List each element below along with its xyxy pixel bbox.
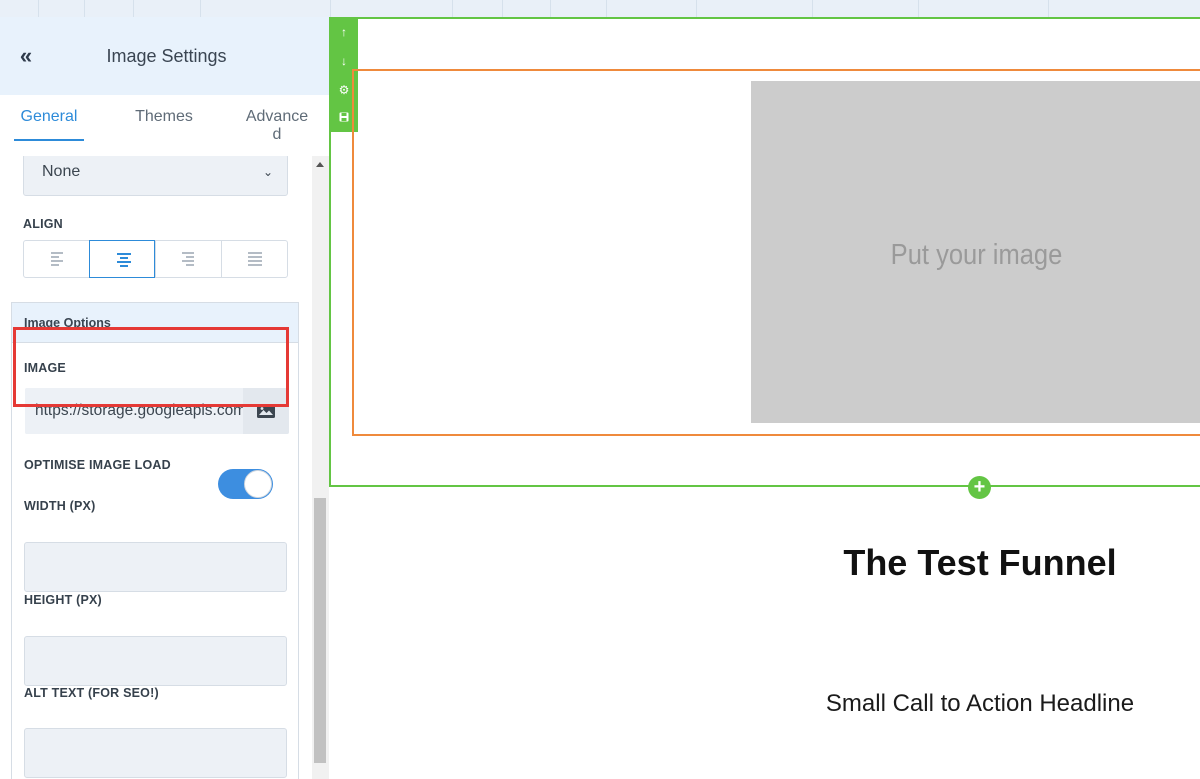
cta-subheadline[interactable]: Small Call to Action Headline	[770, 690, 1190, 718]
sidebar-scrollbar[interactable]	[312, 156, 329, 779]
alt-text-input[interactable]	[24, 728, 287, 778]
image-placeholder-text: Put your image	[890, 239, 1063, 271]
funnel-headline[interactable]: The Test Funnel	[780, 542, 1180, 584]
sidebar-title: Image Settings	[106, 46, 227, 66]
scrollbar-thumb[interactable]	[314, 498, 326, 763]
move-up-icon[interactable]: ↑	[330, 25, 358, 39]
height-label: HEIGHT (PX)	[24, 593, 102, 607]
top-toolbar-strip	[0, 0, 1200, 17]
image-field-highlight	[13, 327, 289, 407]
width-input[interactable]	[24, 542, 287, 592]
add-section-button[interactable]: +	[968, 476, 991, 499]
align-right-icon	[182, 252, 196, 268]
alt-text-label: ALT TEXT (FOR SEO!)	[24, 686, 159, 700]
chevron-down-icon: ⌄	[262, 165, 273, 179]
align-left-button[interactable]	[24, 240, 90, 278]
tab-general[interactable]: General	[14, 108, 84, 126]
align-button-group	[23, 240, 288, 278]
align-justify-icon	[248, 252, 262, 268]
effect-select-value: None	[42, 163, 81, 180]
optimise-image-label: OPTIMISE IMAGE LOAD	[24, 458, 171, 472]
save-disk-icon	[339, 112, 349, 122]
align-right-button[interactable]	[155, 240, 221, 278]
optimise-image-toggle[interactable]	[218, 469, 273, 499]
align-center-icon	[117, 253, 131, 269]
width-label: WIDTH (PX)	[24, 499, 96, 513]
tab-advanced[interactable]: Advance d	[238, 108, 316, 144]
image-placeholder[interactable]: Put your image	[751, 81, 1200, 423]
align-center-button[interactable]	[89, 240, 155, 278]
height-input[interactable]	[24, 636, 287, 686]
tab-themes[interactable]: Themes	[124, 108, 204, 126]
settings-panel-scroll[interactable]: None ⌄ ALIGN Image Options IMAGE https:/…	[0, 156, 312, 779]
settings-tabs: General Themes Advance d	[0, 95, 329, 156]
align-left-icon	[51, 252, 65, 268]
align-justify-button[interactable]	[221, 240, 287, 278]
align-label: ALIGN	[23, 217, 63, 231]
effect-select[interactable]: None ⌄	[23, 156, 288, 196]
move-down-icon[interactable]: ↓	[330, 54, 358, 68]
active-tab-indicator	[14, 139, 84, 141]
sidebar-header: « Image Settings	[0, 17, 329, 95]
scroll-up-arrow-icon[interactable]	[316, 162, 324, 167]
toggle-knob	[244, 470, 272, 498]
